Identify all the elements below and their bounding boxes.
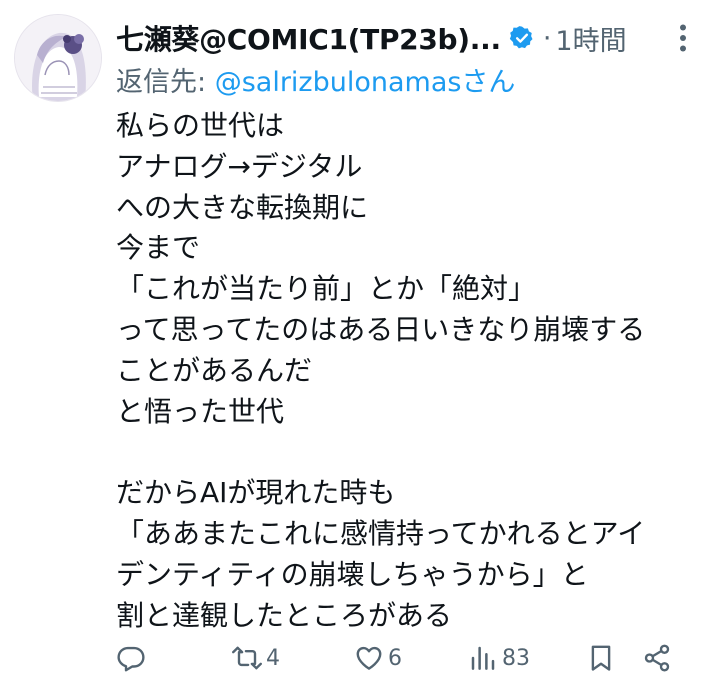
action-bar: 4 6 83: [116, 636, 686, 680]
heart-icon: [356, 646, 382, 670]
reply-button[interactable]: [116, 636, 146, 680]
reply-context: 返信先: @salrizbulonamasさん: [116, 60, 515, 99]
share-icon: [644, 644, 670, 672]
bookmark-icon: [591, 645, 611, 671]
reply-to-label: 返信先:: [116, 67, 207, 98]
tweet-line: 「ああまたこれに感情持ってかれるとアイ: [116, 516, 646, 550]
avatar[interactable]: [14, 14, 102, 102]
display-name[interactable]: 七瀬葵@COMIC1(TP23b)...: [116, 18, 501, 58]
tweet-line: だからAIが現れた時も: [116, 476, 396, 510]
tweet-text: 私らの世代は アナログ→デジタル への大きな転換期に 今まで 「これが当たり前」…: [116, 106, 696, 636]
tweet-line: デンティティの崩壊しちゃうから」と: [116, 557, 589, 591]
tweet-line: と悟った世代: [116, 394, 285, 428]
more-options-icon[interactable]: [665, 20, 701, 56]
verified-badge-icon: [509, 26, 533, 49]
retweet-count: 4: [266, 645, 280, 671]
timestamp[interactable]: 1時間: [555, 19, 626, 58]
tweet-line: 今まで: [116, 231, 201, 265]
bookmark-button[interactable]: [586, 636, 616, 680]
views-count: 83: [502, 645, 530, 671]
tweet-line: アナログ→デジタル: [116, 149, 363, 183]
tweet-line: [116, 432, 696, 473]
like-button[interactable]: 6: [354, 636, 402, 680]
reply-to-handle[interactable]: @salrizbulonamasさん: [215, 67, 516, 98]
share-button[interactable]: [642, 636, 672, 680]
retweet-icon: [232, 646, 262, 670]
tweet-line: 割と達観したところがある: [116, 598, 453, 632]
analytics-icon: [471, 646, 495, 670]
tweet-line: 「これが当たり前」とか「絶対」: [116, 272, 537, 306]
avatar-illustration: [15, 15, 101, 101]
views-button[interactable]: 83: [468, 636, 530, 680]
retweet-button[interactable]: 4: [232, 636, 280, 680]
tweet-line: って思ってたのはある日いきなり崩壊する: [116, 312, 646, 346]
tweet-header: 七瀬葵@COMIC1(TP23b)... · 1時間: [116, 14, 691, 62]
like-count: 6: [388, 645, 402, 671]
tweet-line: 私らの世代は: [116, 109, 285, 142]
tweet-line: への大きな転換期に: [116, 190, 369, 224]
tweet-line: ことがあるんだ: [116, 353, 313, 387]
reply-icon: [117, 646, 145, 672]
header-separator: ·: [542, 22, 552, 54]
